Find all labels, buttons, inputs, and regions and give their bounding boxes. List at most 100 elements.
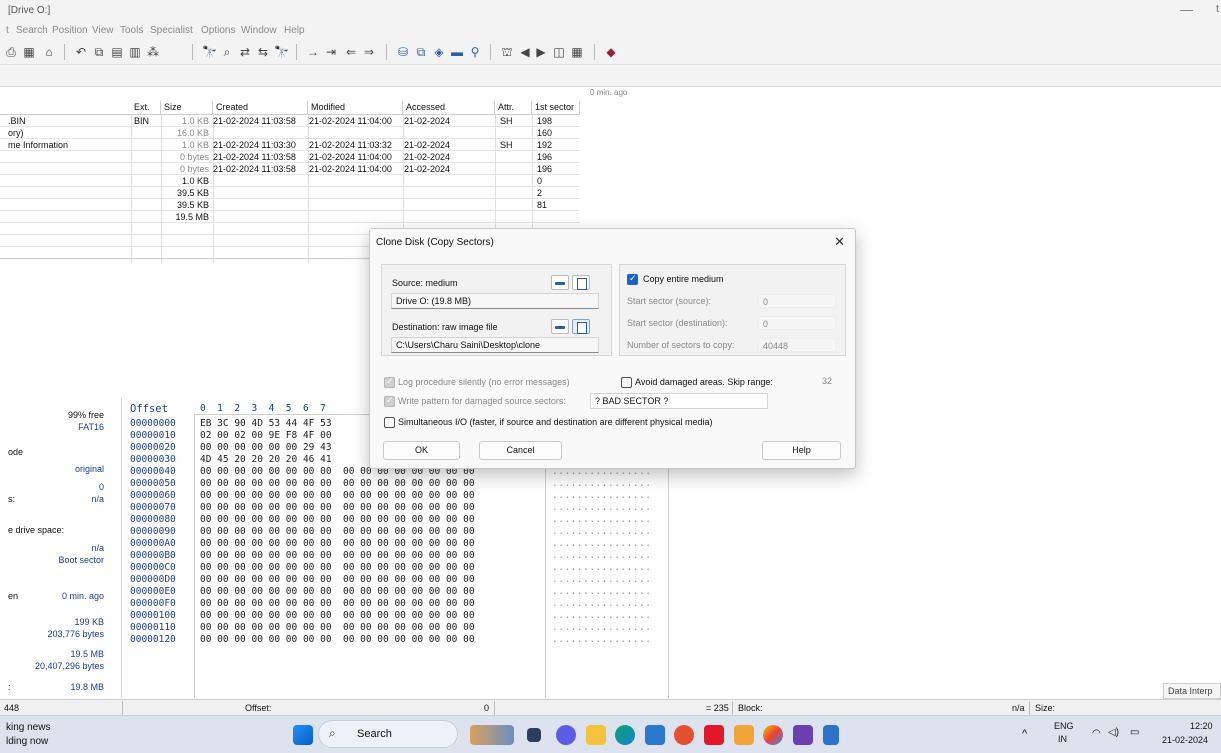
- news-widget-line1[interactable]: king news: [6, 722, 50, 733]
- undo-icon[interactable]: ↶: [74, 45, 88, 59]
- youtube-icon[interactable]: [704, 725, 724, 745]
- file-explorer-icon[interactable]: [586, 725, 606, 745]
- app-icon[interactable]: [734, 725, 754, 745]
- skip-range-field[interactable]: 32: [822, 376, 832, 386]
- replace-hex-icon[interactable]: ⇆: [256, 45, 270, 59]
- menu-position[interactable]: Position: [52, 25, 88, 36]
- clone-disk-icon[interactable]: ⧉: [414, 45, 428, 59]
- menu-tools[interactable]: Tools: [120, 25, 143, 36]
- table-row[interactable]: me Information 1.0 KB 21-02-2024 11:03:3…: [0, 140, 580, 151]
- forward-icon[interactable]: ⇒: [362, 45, 376, 59]
- find-text-icon[interactable]: 🔭: [202, 45, 217, 59]
- menu-view[interactable]: View: [92, 25, 114, 36]
- prev-icon[interactable]: ◀: [518, 45, 532, 59]
- start-source-field[interactable]: 0: [758, 294, 836, 308]
- next-icon[interactable]: ▶: [534, 45, 548, 59]
- simultaneous-io-checkbox[interactable]: [384, 417, 395, 428]
- ok-button[interactable]: OK: [383, 441, 460, 460]
- edge-icon[interactable]: [615, 725, 635, 745]
- chat-icon[interactable]: [556, 725, 576, 745]
- tray-chevron-icon[interactable]: ^: [1022, 728, 1027, 740]
- avoid-damaged-checkbox[interactable]: [621, 377, 632, 388]
- binary-icon[interactable]: ⁂: [146, 45, 160, 59]
- table-row[interactable]: 1.0 KB 0: [0, 176, 580, 187]
- menu-search[interactable]: Search: [16, 25, 48, 36]
- find-hex-icon[interactable]: ⌕: [220, 45, 234, 59]
- widget-icon[interactable]: [470, 725, 514, 745]
- table-row[interactable]: 39.5 KB 2: [0, 188, 580, 199]
- memory-icon[interactable]: ▬: [450, 45, 464, 59]
- clock-time[interactable]: 12:20: [1190, 721, 1213, 731]
- back-icon[interactable]: ⇐: [344, 45, 358, 59]
- start-icon[interactable]: [293, 725, 313, 745]
- wifi-icon[interactable]: ◠: [1092, 728, 1101, 739]
- close-window-button[interactable]: t: [1216, 3, 1219, 15]
- menu-window[interactable]: Window: [241, 25, 277, 36]
- dialog-close-button[interactable]: ✕: [834, 234, 845, 250]
- column-header-first-sector[interactable]: 1st sector: [532, 101, 580, 114]
- column-header-modified[interactable]: Modified: [308, 101, 403, 114]
- replace-text-icon[interactable]: ⇄: [238, 45, 252, 59]
- minimize-button[interactable]: —: [1180, 2, 1193, 17]
- table-row[interactable]: 19.5 MB: [0, 212, 580, 223]
- column-header-created[interactable]: Created: [213, 101, 308, 114]
- exit-icon[interactable]: ⌂: [42, 45, 56, 59]
- start-destination-field[interactable]: 0: [758, 316, 836, 330]
- menu-edit[interactable]: t: [6, 25, 9, 36]
- select-source-file-button[interactable]: [572, 275, 590, 290]
- help-book-icon[interactable]: ◆: [604, 45, 618, 59]
- menu-specialist[interactable]: Specialist: [150, 25, 193, 36]
- table-row[interactable]: 0 bytes 21-02-2024 11:03:58 21-02-2024 1…: [0, 152, 580, 163]
- language-line1[interactable]: ENG: [1054, 721, 1074, 731]
- disk-icon[interactable]: ◈: [432, 45, 446, 59]
- volume-icon[interactable]: ◁): [1108, 727, 1119, 738]
- paste-special-icon[interactable]: ▥: [128, 45, 142, 59]
- menu-options[interactable]: Options: [201, 25, 235, 36]
- paste-icon[interactable]: ▤: [110, 45, 124, 59]
- goto-offset-icon[interactable]: →: [306, 45, 320, 59]
- cancel-button[interactable]: Cancel: [479, 441, 562, 460]
- log-silently-checkbox[interactable]: [384, 376, 395, 388]
- menu-help[interactable]: Help: [284, 25, 305, 36]
- select-source-disk-button[interactable]: [551, 275, 569, 290]
- bad-sector-pattern-field[interactable]: ? BAD SECTOR ?: [590, 393, 768, 409]
- battery-icon[interactable]: ▭: [1130, 727, 1139, 738]
- store-icon[interactable]: [645, 725, 665, 745]
- table-icon[interactable]: ▦: [570, 45, 584, 59]
- print-icon[interactable]: ⎙: [4, 45, 18, 59]
- clock-date[interactable]: 21-02-2024: [1162, 735, 1208, 745]
- source-field[interactable]: Drive O: (19.8 MB): [391, 293, 599, 309]
- first-sector-icon[interactable]: ◫: [552, 45, 566, 59]
- column-header-size[interactable]: Size: [161, 101, 213, 114]
- table-row[interactable]: 39.5 KB 81: [0, 200, 580, 211]
- data-interpreter-tab[interactable]: Data Interp: [1163, 683, 1221, 699]
- office-icon[interactable]: [674, 725, 694, 745]
- goto-sector-icon[interactable]: ⇥: [324, 45, 338, 59]
- winhex-icon[interactable]: [793, 725, 813, 745]
- table-row[interactable]: 0 bytes 21-02-2024 11:03:58 21-02-2024 1…: [0, 164, 580, 175]
- partition-icon[interactable]: ⛫: [500, 45, 514, 59]
- table-row[interactable]: ory) 16.0 KB 160: [0, 128, 580, 139]
- taskbar-search-box[interactable]: ⌕ Search: [318, 720, 458, 748]
- column-header-ext[interactable]: Ext.: [131, 101, 161, 114]
- select-destination-file-button[interactable]: [572, 319, 590, 334]
- select-destination-disk-button[interactable]: [551, 319, 569, 334]
- properties-icon[interactable]: ▦: [22, 45, 36, 59]
- copy-entire-medium-checkbox[interactable]: [627, 273, 638, 285]
- column-header-attr[interactable]: Attr.: [495, 101, 532, 114]
- open-disk-icon[interactable]: ⛁: [396, 45, 410, 59]
- notepad-icon[interactable]: [823, 725, 839, 745]
- task-view-icon[interactable]: [527, 728, 541, 742]
- table-row[interactable]: .BIN BIN 1.0 KB 21-02-2024 11:03:58 21-0…: [0, 116, 580, 127]
- search-disk-icon[interactable]: ⚲: [468, 45, 482, 59]
- language-line2[interactable]: IN: [1058, 734, 1067, 744]
- chrome-icon[interactable]: [763, 725, 783, 745]
- destination-field[interactable]: C:\Users\Charu Saini\Desktop\clone: [391, 337, 599, 353]
- help-button[interactable]: Help: [762, 441, 841, 460]
- column-header-accessed[interactable]: Accessed: [403, 101, 495, 114]
- news-widget-line2[interactable]: lding now: [6, 736, 48, 747]
- find-again-icon[interactable]: 🔭: [274, 45, 289, 59]
- write-pattern-checkbox[interactable]: [384, 395, 395, 407]
- copy-icon[interactable]: ⧉: [92, 45, 106, 59]
- num-sectors-field[interactable]: 40448: [758, 338, 836, 352]
